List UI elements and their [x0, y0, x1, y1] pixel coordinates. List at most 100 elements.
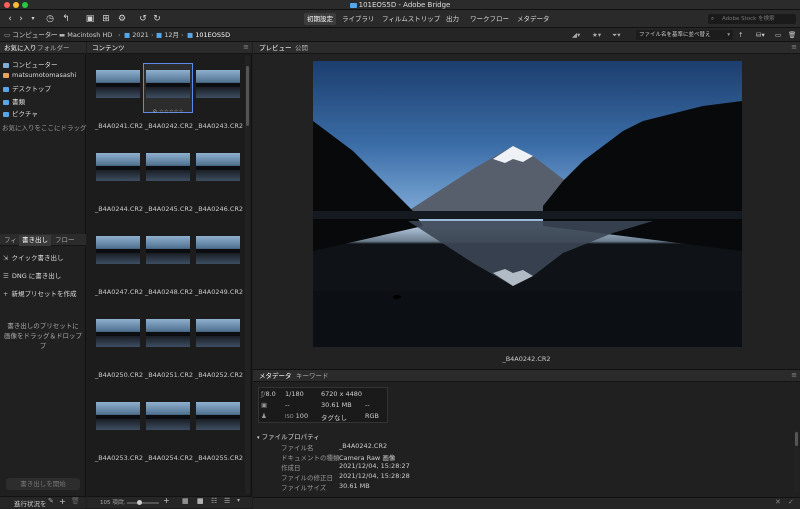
grid-lock-icon[interactable]: ▦ [182, 497, 189, 505]
sort-order-icon[interactable]: ↑ [738, 30, 743, 40]
sort-select[interactable]: ファイル名を基準に並べ替え ▾ [636, 30, 733, 40]
open-recent-icon[interactable]: ⛁▾ [756, 30, 765, 40]
breadcrumb-december[interactable]: ■ 12月 [156, 30, 179, 40]
thumbnail-item[interactable]: _B4A0250.CR2 [94, 313, 143, 379]
new-folder-icon[interactable]: ▭ [775, 30, 781, 40]
list-view-icon[interactable]: ☰ [224, 497, 230, 505]
favorite-computer[interactable]: コンピューター [3, 59, 58, 69]
refine-icon[interactable]: ⊞ [100, 13, 112, 25]
tab-export[interactable]: 書き出し [19, 235, 51, 246]
workspace-libraries[interactable]: ライブラリ [339, 13, 378, 25]
file-properties-header[interactable]: ▾ ファイルプロパティ [257, 431, 320, 441]
property-value[interactable]: Camera Raw 画像 [339, 452, 395, 462]
thumbnail-item[interactable]: _B4A0246.CR2 [194, 147, 243, 213]
thumbnail-item[interactable]: _B4A0252.CR2 [194, 313, 243, 379]
tab-preview[interactable]: プレビュー [256, 43, 295, 54]
favorite-documents[interactable]: 書類 [3, 96, 25, 106]
workspace-filmstrip[interactable]: フィルムストリップ [379, 13, 443, 25]
property-value[interactable]: 2021/12/04, 15:28:27 [339, 462, 410, 470]
property-value[interactable]: 30.61 MB [339, 482, 370, 490]
quality-icon[interactable]: ◢▾ [572, 30, 580, 40]
iso: ISO 100 [285, 412, 309, 420]
add-icon[interactable]: + [59, 497, 66, 506]
chevron-down-icon[interactable]: ▾ [29, 13, 37, 25]
tab-content[interactable]: コンテンツ [89, 43, 128, 54]
camera-raw-icon[interactable]: ⚙ [117, 13, 127, 25]
thumbnail-item[interactable]: _B4A0244.CR2 [94, 147, 143, 213]
property-value[interactable]: _B4A0242.CR2 [339, 442, 387, 450]
tab-publish[interactable]: 公開 [292, 43, 311, 54]
workspace-metadata[interactable]: メタデータ [514, 13, 553, 25]
filter-icon[interactable]: ⏷▾ [612, 30, 620, 40]
thumbnail-item[interactable]: _B4A0253.CR2 [94, 396, 143, 462]
thumbnail-item[interactable]: ⊘ ☆☆☆☆☆ _B4A0242.CR2 [143, 63, 193, 130]
thumbnail-item[interactable]: _B4A0243.CR2 [194, 64, 243, 130]
quick-export-item[interactable]: ⇲ クイック書き出し [3, 252, 63, 262]
rating-stars[interactable]: ⊘ ☆☆☆☆☆ [144, 109, 192, 115]
panel-menu-icon[interactable]: ≡ [791, 371, 797, 379]
workspace-workflow[interactable]: ワークフロー [467, 13, 512, 25]
thumbnail-item[interactable]: _B4A0255.CR2 [194, 396, 243, 462]
favorite-desktop[interactable]: デスクトップ [3, 83, 51, 93]
zoom-out-icon[interactable]: − [119, 497, 125, 505]
rating-filter-icon[interactable]: ★▾ [592, 30, 601, 40]
forward-icon[interactable]: › [17, 13, 25, 25]
cancel-icon[interactable]: ✕ [775, 498, 781, 506]
favorite-home[interactable]: matsumotomasashi [3, 71, 76, 79]
recent-icon[interactable]: ◷ [43, 13, 57, 25]
property-value[interactable]: 2021/12/04, 15:28:28 [339, 472, 410, 480]
details-view-icon[interactable]: ☷ [211, 497, 217, 505]
slider-handle[interactable] [137, 500, 142, 505]
favorites-tabs: お気に入り フォルダー [0, 42, 86, 54]
thumbnail-item[interactable]: _B4A0241.CR2 [94, 64, 143, 130]
folder-icon [3, 87, 9, 92]
apply-icon[interactable]: ✓ [788, 498, 794, 506]
tab-metadata[interactable]: メタデータ [256, 371, 295, 382]
content-panel: コンテンツ ≡ _B4A0241.CR2 ⊘ ☆☆☆☆☆ _B4A0242.CR2 _… [87, 42, 252, 509]
start-export-button[interactable]: 書き出しを開始 [6, 478, 80, 490]
thumbnail-image [146, 319, 190, 347]
panel-menu-icon[interactable]: ≡ [791, 43, 797, 51]
thumbnail-item[interactable]: _B4A0254.CR2 [144, 396, 193, 462]
metadata-tabs: メタデータ キーワード ≡ [253, 370, 800, 382]
preview-image[interactable] [313, 61, 742, 347]
workspace-output[interactable]: 出力 [443, 13, 462, 25]
stock-search-input[interactable]: ⌕ Adobe Stock を検索 [708, 14, 796, 24]
thumbnail-item[interactable]: _B4A0251.CR2 [144, 313, 193, 379]
scrollbar-thumb[interactable] [246, 66, 249, 126]
dng-export-item[interactable]: ☰ DNG に書き出し [3, 270, 61, 280]
delete-icon[interactable]: 🗑 [71, 497, 80, 505]
tab-filter[interactable]: フィ [1, 235, 20, 246]
thumbnail-filename: _B4A0246.CR2 [194, 205, 244, 213]
thumbnail-item[interactable]: _B4A0245.CR2 [144, 147, 193, 213]
rotate-left-icon[interactable]: ↺ [138, 13, 148, 25]
return-icon[interactable]: ↰ [62, 13, 70, 25]
workspace-essentials[interactable]: 初期設定 [304, 13, 336, 25]
breadcrumb-101eos5d[interactable]: ■ 101EOS5D [187, 30, 230, 40]
new-preset-item[interactable]: + 新規プリセットを作成 [3, 288, 76, 298]
rotate-right-icon[interactable]: ↻ [152, 13, 162, 25]
metadata-scrollbar[interactable] [794, 430, 799, 492]
scrollbar-thumb[interactable] [795, 432, 798, 446]
tab-keywords[interactable]: キーワード [293, 371, 332, 382]
thumbnail-view-icon[interactable]: ▦ [197, 497, 204, 505]
panel-menu-icon[interactable]: ≡ [243, 43, 249, 51]
tab-workflow[interactable]: フロー [52, 235, 78, 246]
edit-icon[interactable]: ✎ [48, 497, 54, 505]
app-toolbar: ‹ › ▾ ◷ ↰ ▣ ⊞ ⚙ ↺ ↻ 初期設定 ライブラリ フィルムストリップ… [0, 10, 800, 28]
favorite-pictures[interactable]: ピクチャ [3, 108, 38, 118]
breadcrumb-2021[interactable]: ■ 2021 [124, 30, 149, 40]
thumbnail-item[interactable]: _B4A0249.CR2 [194, 230, 243, 296]
progress-label[interactable]: 進行状況を [14, 498, 47, 508]
thumbnail-size-slider[interactable] [127, 500, 159, 505]
chevron-down-icon[interactable]: ▾ [237, 497, 240, 504]
breadcrumb-macintosh-hd[interactable]: ▬ Macintosh HD [59, 30, 112, 40]
zoom-in-icon[interactable]: + [163, 496, 170, 505]
thumbnail-item[interactable]: _B4A0247.CR2 [94, 230, 143, 296]
camera-import-icon[interactable]: ▣ [84, 13, 96, 25]
tab-folders[interactable]: フォルダー [34, 43, 73, 54]
back-icon[interactable]: ‹ [6, 13, 14, 25]
thumbnail-item[interactable]: _B4A0248.CR2 [144, 230, 193, 296]
delete-icon[interactable]: 🗑 [788, 30, 796, 40]
content-scrollbar[interactable] [245, 56, 250, 494]
